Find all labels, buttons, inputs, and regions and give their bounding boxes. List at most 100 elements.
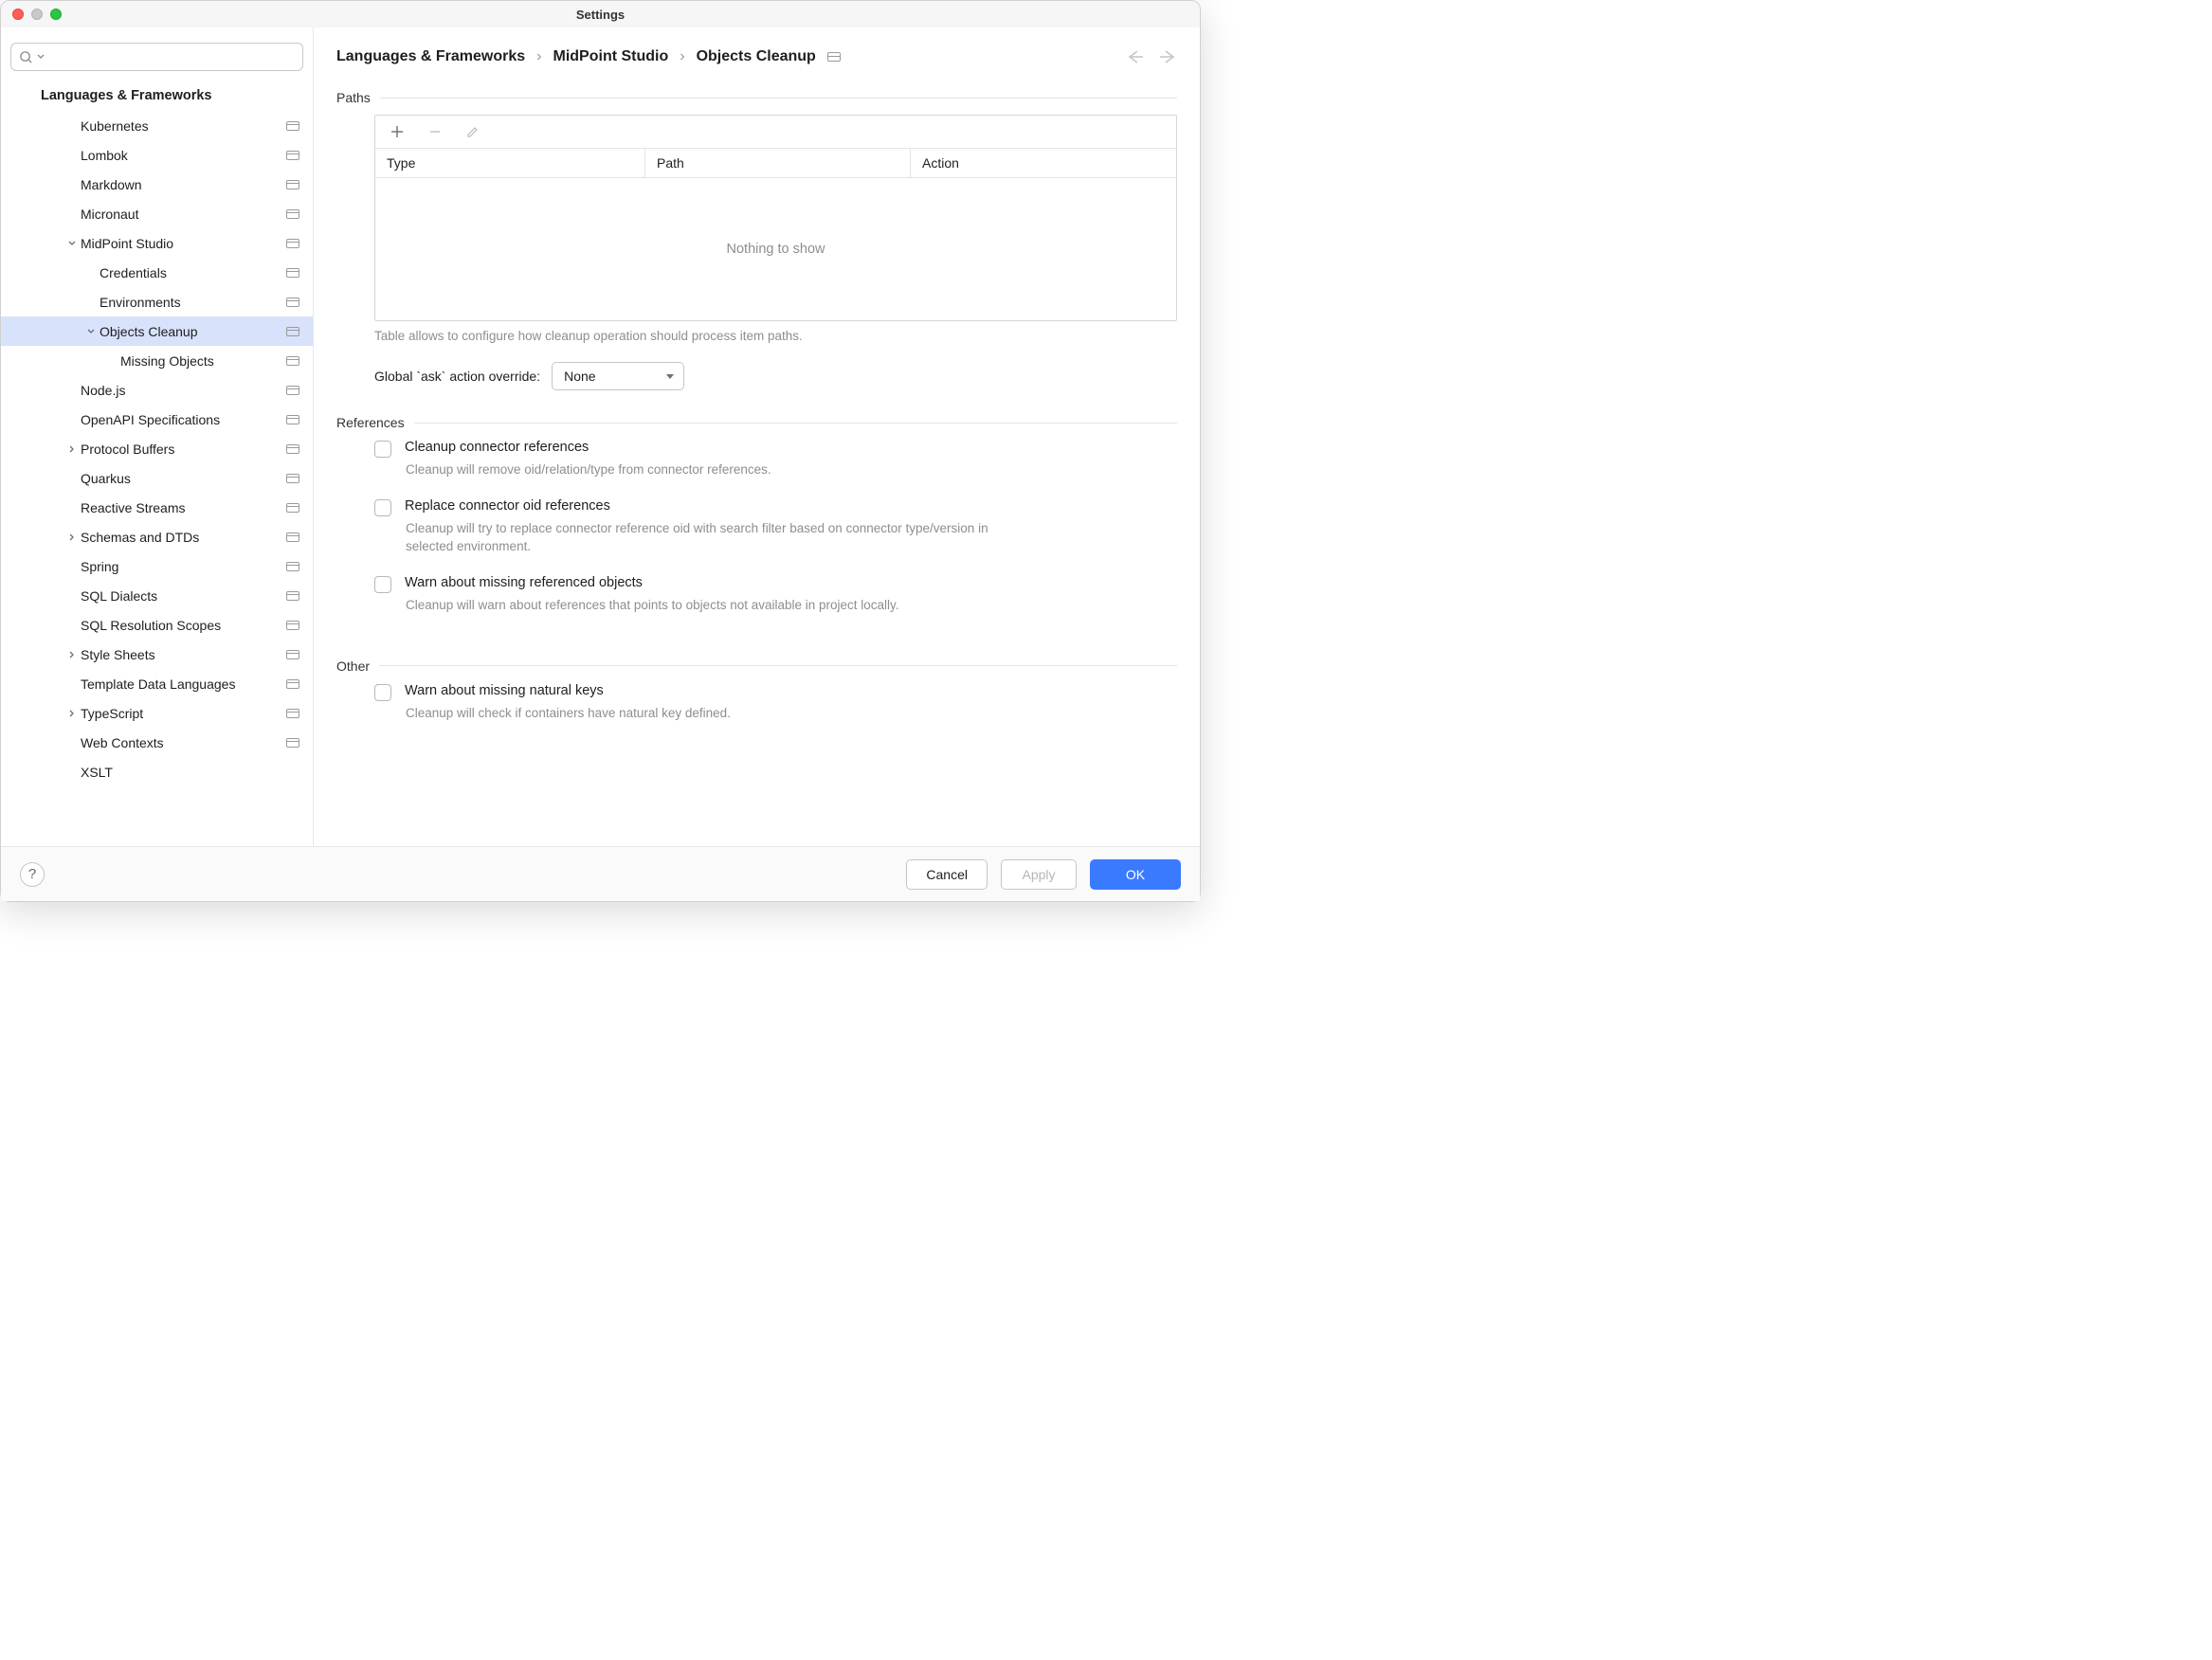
- scope-icon: [286, 268, 299, 278]
- settings-tree[interactable]: Languages & Frameworks KubernetesLombokM…: [1, 82, 313, 846]
- tree-item[interactable]: Template Data Languages: [1, 669, 313, 698]
- tree-item[interactable]: Lombok: [1, 140, 313, 170]
- add-button[interactable]: [389, 123, 406, 140]
- breadcrumb-part[interactable]: Languages & Frameworks: [336, 48, 525, 65]
- breadcrumb: Languages & Frameworks › MidPoint Studio…: [336, 48, 841, 65]
- scope-icon: [286, 151, 299, 160]
- chevron-right-icon[interactable]: [63, 709, 81, 718]
- breadcrumb-part[interactable]: MidPoint Studio: [553, 48, 669, 65]
- scope-icon: [286, 298, 299, 307]
- tree-item[interactable]: XSLT: [1, 757, 313, 786]
- tree-item-label: Style Sheets: [81, 647, 286, 662]
- tree-item[interactable]: Spring: [1, 551, 313, 581]
- tree-item[interactable]: Credentials: [1, 258, 313, 287]
- scope-icon: [286, 121, 299, 131]
- chevron-right-icon[interactable]: [63, 650, 81, 659]
- tree-item[interactable]: Kubernetes: [1, 111, 313, 140]
- section-other: Other Warn about missing natural keys Cl…: [336, 659, 1177, 742]
- scope-icon: [286, 709, 299, 718]
- tree-item-label: OpenAPI Specifications: [81, 412, 286, 427]
- checkbox-description: Cleanup will warn about references that …: [406, 597, 1012, 615]
- tree-item[interactable]: Markdown: [1, 170, 313, 199]
- scope-icon: [286, 327, 299, 336]
- tree-item[interactable]: Schemas and DTDs: [1, 522, 313, 551]
- scope-icon: [286, 562, 299, 571]
- checkbox-label[interactable]: Warn about missing natural keys: [405, 683, 604, 701]
- tree-item[interactable]: SQL Resolution Scopes: [1, 610, 313, 640]
- breadcrumb-separator: ›: [536, 48, 541, 65]
- back-icon[interactable]: [1126, 49, 1145, 64]
- scope-icon: [286, 444, 299, 454]
- column-header-path[interactable]: Path: [645, 149, 911, 177]
- scope-icon: [286, 621, 299, 630]
- chevron-right-icon[interactable]: [63, 444, 81, 454]
- tree-item-label: Reactive Streams: [81, 500, 286, 515]
- scope-icon: [286, 679, 299, 689]
- tree-item-label: Credentials: [100, 265, 286, 280]
- tree-item-label: Objects Cleanup: [100, 324, 286, 339]
- section-title: Paths: [336, 90, 371, 105]
- checkbox-warn-missing-refs[interactable]: [374, 576, 391, 593]
- checkbox-cleanup-connector-refs[interactable]: [374, 441, 391, 458]
- scope-icon: [286, 386, 299, 395]
- tree-item-label: Schemas and DTDs: [81, 530, 286, 545]
- tree-section-header: Languages & Frameworks: [1, 82, 313, 111]
- checkbox-description: Cleanup will try to replace connector re…: [406, 520, 1012, 556]
- column-header-action[interactable]: Action: [911, 149, 1176, 177]
- scope-icon: [286, 591, 299, 601]
- column-header-type[interactable]: Type: [375, 149, 645, 177]
- tree-item[interactable]: Reactive Streams: [1, 493, 313, 522]
- cancel-button[interactable]: Cancel: [906, 859, 988, 890]
- forward-icon[interactable]: [1158, 49, 1177, 64]
- breadcrumb-separator: ›: [680, 48, 684, 65]
- tree-item-label: SQL Resolution Scopes: [81, 618, 286, 633]
- tree-item[interactable]: Protocol Buffers: [1, 434, 313, 463]
- override-value: None: [564, 369, 595, 384]
- checkbox-label[interactable]: Cleanup connector references: [405, 440, 589, 458]
- override-label: Global `ask` action override:: [374, 369, 540, 384]
- tree-item[interactable]: Quarkus: [1, 463, 313, 493]
- edit-button[interactable]: [464, 123, 481, 140]
- plus-icon: [390, 125, 404, 138]
- checkbox-label[interactable]: Replace connector oid references: [405, 498, 610, 516]
- paths-hint: Table allows to configure how cleanup op…: [374, 329, 1177, 343]
- tree-item-label: Missing Objects: [120, 353, 286, 369]
- tree-item[interactable]: Environments: [1, 287, 313, 316]
- tree-item[interactable]: Objects Cleanup: [1, 316, 313, 346]
- tree-item[interactable]: Micronaut: [1, 199, 313, 228]
- ok-button[interactable]: OK: [1090, 859, 1181, 890]
- tree-item[interactable]: OpenAPI Specifications: [1, 405, 313, 434]
- tree-item[interactable]: Missing Objects: [1, 346, 313, 375]
- scope-icon: [286, 650, 299, 659]
- tree-item-label: TypeScript: [81, 706, 286, 721]
- scope-icon: [286, 239, 299, 248]
- chevron-right-icon[interactable]: [63, 532, 81, 542]
- tree-item-label: Quarkus: [81, 471, 286, 486]
- tree-item[interactable]: SQL Dialects: [1, 581, 313, 610]
- checkbox-replace-connector-oid[interactable]: [374, 499, 391, 516]
- remove-button[interactable]: [426, 123, 444, 140]
- tree-item-label: Spring: [81, 559, 286, 574]
- tree-item[interactable]: MidPoint Studio: [1, 228, 313, 258]
- tree-item[interactable]: TypeScript: [1, 698, 313, 728]
- titlebar: Settings: [1, 1, 1200, 27]
- scope-icon: [286, 180, 299, 189]
- tree-item-label: Node.js: [81, 383, 286, 398]
- tree-item-label: Micronaut: [81, 207, 286, 222]
- override-select[interactable]: None: [552, 362, 684, 390]
- checkbox-label[interactable]: Warn about missing referenced objects: [405, 575, 643, 593]
- breadcrumb-part: Objects Cleanup: [697, 48, 816, 65]
- tree-item[interactable]: Web Contexts: [1, 728, 313, 757]
- tree-item[interactable]: Node.js: [1, 375, 313, 405]
- help-button[interactable]: ?: [20, 862, 45, 887]
- scope-icon: [286, 738, 299, 748]
- scope-icon: [286, 532, 299, 542]
- content-area: Languages & Frameworks KubernetesLombokM…: [1, 27, 1200, 846]
- checkbox-warn-natural-keys[interactable]: [374, 684, 391, 701]
- search-input[interactable]: [10, 43, 303, 71]
- apply-button[interactable]: Apply: [1001, 859, 1077, 890]
- chevron-down-icon[interactable]: [82, 327, 100, 336]
- chevron-down-icon[interactable]: [63, 239, 81, 248]
- tree-item[interactable]: Style Sheets: [1, 640, 313, 669]
- section-paths: Paths: [336, 90, 1177, 390]
